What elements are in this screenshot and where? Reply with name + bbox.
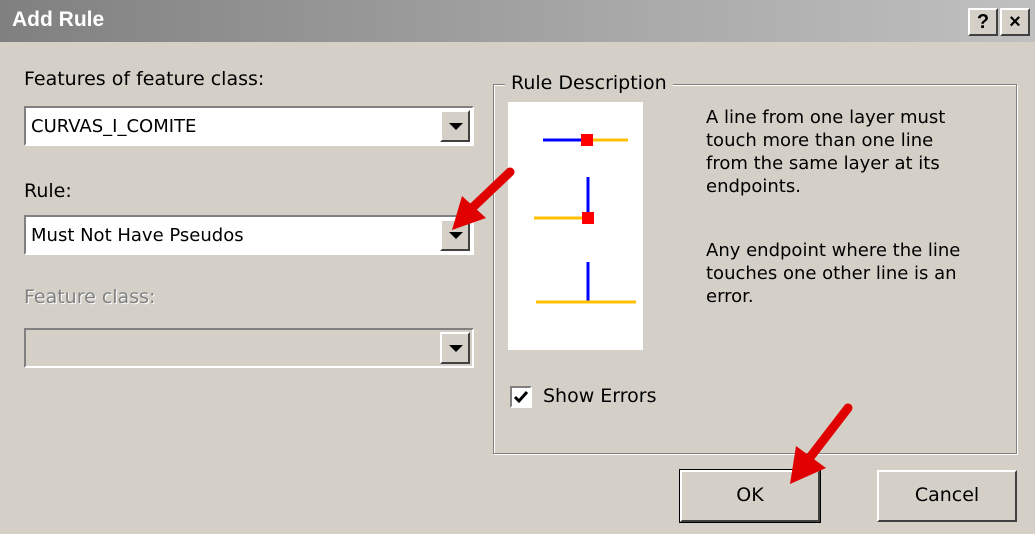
rule-illustration <box>534 134 636 304</box>
features-label: Features of feature class: <box>24 68 265 90</box>
ok-button[interactable]: OK <box>679 469 821 523</box>
feature-class-combo[interactable] <box>24 328 474 368</box>
chevron-down-icon <box>449 345 463 352</box>
features-value: CURVAS_I_COMITE <box>31 116 197 137</box>
rule-combo[interactable]: Must Not Have Pseudos <box>24 215 474 255</box>
rule-dropdown-button[interactable] <box>440 219 470 251</box>
features-combo[interactable]: CURVAS_I_COMITE <box>24 106 474 146</box>
chevron-down-icon <box>449 232 463 239</box>
error-marker-2 <box>582 212 594 224</box>
cancel-button[interactable]: Cancel <box>877 470 1017 522</box>
title-bar: Add Rule ? × <box>0 0 1035 42</box>
window-title: Add Rule <box>12 8 105 31</box>
close-button[interactable]: × <box>1000 8 1030 36</box>
rule-preview-image <box>508 102 643 350</box>
description-line: error. <box>706 286 754 307</box>
description-line: endpoints. <box>706 176 801 197</box>
rule-description-paragraph-2: Any endpoint where the line touches one … <box>706 239 960 308</box>
chevron-down-icon <box>449 123 463 130</box>
description-line: touches one other line is an <box>706 263 957 284</box>
rule-description-paragraph-1: A line from one layer must touch more th… <box>706 106 945 198</box>
description-line: touch more than one line <box>706 130 934 151</box>
rule-value: Must Not Have Pseudos <box>31 225 244 246</box>
description-line: Any endpoint where the line <box>706 240 961 261</box>
show-errors-checkbox[interactable] <box>510 386 532 408</box>
show-errors-label[interactable]: Show Errors <box>543 385 657 407</box>
rule-description-legend: Rule Description <box>505 72 673 94</box>
error-marker-1 <box>581 134 593 146</box>
help-button[interactable]: ? <box>968 8 998 36</box>
description-line: from the same layer at its <box>706 153 940 174</box>
description-line: A line from one layer must <box>706 107 946 128</box>
checkmark-icon <box>513 391 529 404</box>
features-dropdown-button[interactable] <box>440 110 470 142</box>
feature-class-dropdown-button[interactable] <box>440 332 470 364</box>
rule-label: Rule: <box>24 180 72 202</box>
feature-class-label: Feature class: <box>24 286 156 308</box>
